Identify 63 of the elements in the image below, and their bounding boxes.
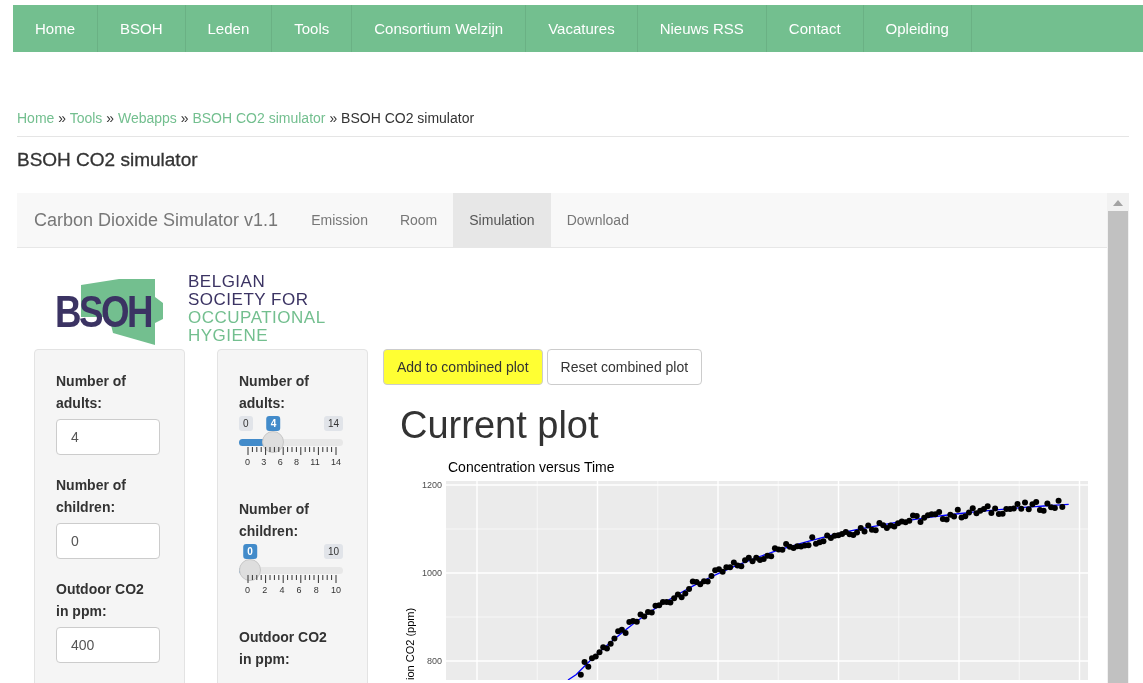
slider-handle[interactable] bbox=[262, 431, 285, 453]
min-label: 0 bbox=[239, 416, 253, 431]
tick-label: 2 bbox=[262, 585, 268, 595]
nav-link[interactable]: BSOH bbox=[98, 5, 186, 52]
nav-link[interactable]: Tools bbox=[272, 5, 353, 52]
slider-handle[interactable] bbox=[239, 559, 261, 581]
action-button[interactable]: Reset combined plot bbox=[546, 349, 703, 385]
tick-label: 0 bbox=[245, 457, 250, 467]
tab[interactable]: Emission bbox=[295, 193, 384, 247]
breadcrumb-link[interactable]: Tools bbox=[69, 110, 103, 126]
chart-title: Concentration versus Time bbox=[448, 459, 615, 475]
nav-link[interactable]: Leden bbox=[185, 5, 273, 52]
breadcrumb-link[interactable]: Webapps bbox=[117, 110, 177, 126]
tick-label: 14 bbox=[330, 457, 341, 467]
app-title: Carbon Dioxide Simulator v1.1 bbox=[33, 209, 280, 232]
tick-label: 0 bbox=[245, 585, 250, 595]
nav-link[interactable]: Contact bbox=[766, 5, 864, 52]
tick-label: 10 bbox=[330, 585, 341, 595]
tick-label: 8 bbox=[313, 585, 319, 595]
logo-text: HYGIENE bbox=[188, 327, 270, 345]
tick-label: 11 bbox=[310, 457, 320, 467]
value-label: 4 bbox=[266, 416, 281, 431]
nav-link[interactable]: Opleiding bbox=[863, 5, 972, 52]
nav-link[interactable]: Consortium Welzijn bbox=[352, 5, 527, 52]
logo-text: BELGIAN bbox=[188, 273, 267, 291]
tick-label: 8 bbox=[294, 457, 299, 467]
max-label: 10 bbox=[323, 544, 343, 559]
field-label: Number of children: bbox=[239, 500, 310, 541]
tick-label: 4 bbox=[279, 585, 285, 595]
y-axis-label: ion CO2 (ppm) bbox=[404, 607, 416, 680]
number-field[interactable]: 0 bbox=[56, 523, 160, 559]
field-label: Outdoor CO2 in ppm: bbox=[239, 628, 328, 669]
tick-label: 6 bbox=[296, 585, 302, 595]
field-label: Outdoor CO2 in ppm: bbox=[56, 580, 145, 621]
nav-link[interactable]: Home bbox=[13, 5, 98, 52]
nav-link[interactable]: Vacatures bbox=[526, 5, 638, 52]
plot-heading: Current plot bbox=[400, 403, 600, 447]
field-label: Number of adults: bbox=[239, 372, 310, 413]
tick-label: 6 bbox=[277, 457, 283, 467]
logo-text: SOCIETY FOR bbox=[188, 291, 310, 309]
tab[interactable]: Download bbox=[550, 193, 645, 247]
number-field[interactable]: 400 bbox=[56, 627, 160, 663]
value-label: 0 bbox=[243, 544, 257, 559]
tab[interactable]: Simulation bbox=[453, 193, 551, 247]
max-label: 14 bbox=[323, 416, 343, 431]
scrollbar[interactable] bbox=[1107, 193, 1129, 683]
nav-link[interactable]: Nieuws RSS bbox=[637, 5, 767, 52]
tab[interactable]: Room bbox=[383, 193, 454, 247]
action-button[interactable]: Add to combined plot bbox=[383, 349, 543, 385]
slider-track[interactable] bbox=[239, 431, 343, 453]
breadcrumb: Home » Tools » Webapps » BSOH CO2 simulator » BSOH CO2 simulator bbox=[17, 109, 476, 128]
tick-label: 3 bbox=[261, 457, 267, 467]
breadcrumb-link[interactable]: BSOH CO2 simulator bbox=[192, 110, 326, 126]
field-label: Number of children: bbox=[56, 476, 127, 517]
y-tick-label: 800 bbox=[426, 656, 442, 666]
logo-text: OCCUPATIONAL bbox=[188, 309, 326, 327]
field-label: Number of adults: bbox=[56, 372, 127, 413]
slider-track[interactable] bbox=[239, 559, 343, 581]
page-title: BSOH CO2 simulator bbox=[17, 149, 199, 171]
breadcrumb-link[interactable]: Home bbox=[17, 110, 55, 126]
y-tick-label: 1000 bbox=[421, 568, 442, 578]
y-tick-label: 1200 bbox=[421, 480, 442, 490]
number-field[interactable]: 4 bbox=[56, 419, 160, 455]
